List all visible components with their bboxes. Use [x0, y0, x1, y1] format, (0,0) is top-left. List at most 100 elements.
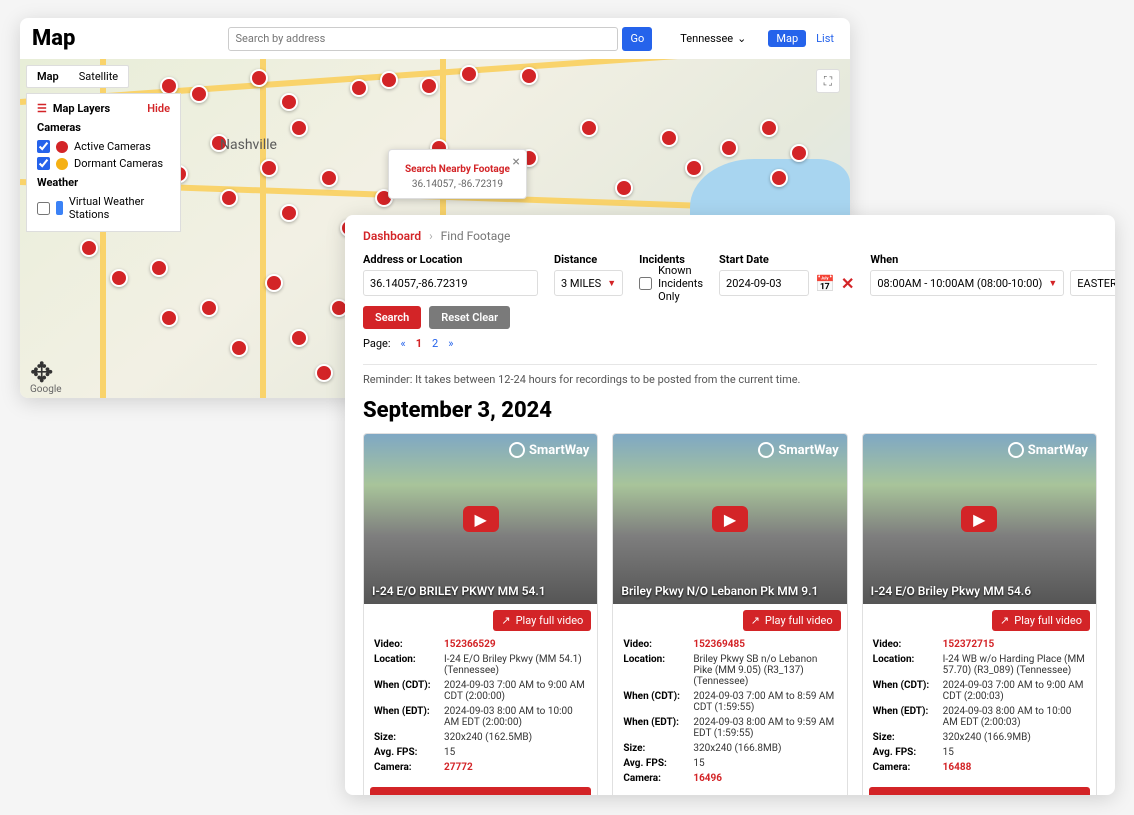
dormant-cameras-checkbox[interactable] — [37, 157, 50, 170]
play-icon[interactable]: ▶ — [961, 506, 997, 532]
distance-label: Distance — [554, 253, 623, 266]
clear-date-icon[interactable]: ✕ — [841, 274, 854, 293]
thumb-caption: I-24 E/O BRILEY PKWY MM 54.1 — [372, 584, 546, 598]
pager-page-1[interactable]: 1 — [416, 337, 422, 350]
camera-pin[interactable] — [220, 189, 238, 207]
start-date-input[interactable] — [719, 270, 809, 296]
video-id[interactable]: 152366529 — [444, 639, 587, 650]
camera-pin[interactable] — [265, 274, 283, 292]
maptype-map[interactable]: Map — [27, 66, 69, 87]
chevron-right-icon: › — [429, 229, 433, 243]
reset-button[interactable]: Reset Clear — [429, 306, 510, 329]
pager-next[interactable]: » — [448, 337, 453, 350]
vws-checkbox[interactable] — [37, 202, 50, 215]
download-recording-button[interactable]: ⤓Download Recording — [869, 787, 1090, 795]
pager-prev[interactable]: « — [401, 337, 406, 350]
layer-dormant-cameras[interactable]: Dormant Cameras — [37, 155, 170, 172]
camera-pin[interactable] — [790, 144, 808, 162]
play-icon[interactable]: ▶ — [712, 506, 748, 532]
when-select[interactable]: 08:00AM - 10:00AM (08:00-10:00) ▼ — [870, 270, 1064, 296]
download-recording-button[interactable]: ⤓Download Recording — [370, 787, 591, 795]
play-full-video-button[interactable]: ↗Play full video — [992, 610, 1090, 631]
region-select[interactable]: Tennessee ⌄ — [680, 32, 746, 45]
view-list-tab[interactable]: List — [812, 30, 838, 47]
known-incidents-row[interactable]: Known Incidents Only — [639, 270, 703, 296]
map-title: Map — [32, 26, 75, 51]
go-button[interactable]: Go — [622, 27, 652, 51]
video-thumbnail[interactable]: SmartWay ▶ I-24 E/O BRILEY PKWY MM 54.1 — [364, 434, 597, 604]
camera-pin[interactable] — [280, 93, 298, 111]
map-attribution: Google — [30, 384, 62, 395]
view-map-tab[interactable]: Map — [768, 30, 806, 47]
camera-pin[interactable] — [420, 77, 438, 95]
camera-pin[interactable] — [685, 159, 703, 177]
camera-pin[interactable] — [350, 79, 368, 97]
popup-coords: 36.14057, -86.72319 — [412, 179, 503, 190]
video-thumbnail[interactable]: SmartWay ▶ I-24 E/O Briley Pkwy MM 54.6 — [863, 434, 1096, 604]
camera-pin[interactable] — [770, 169, 788, 187]
external-link-icon: ↗ — [501, 614, 510, 627]
address-input[interactable] — [363, 270, 538, 296]
search-nearby-footage-link[interactable]: Search Nearby Footage — [405, 164, 510, 175]
camera-pin[interactable] — [80, 239, 98, 257]
camera-pin[interactable] — [290, 329, 308, 347]
camera-pin[interactable] — [260, 159, 278, 177]
divider — [363, 364, 1097, 365]
when-value: 08:00AM - 10:00AM (08:00-10:00) — [877, 277, 1042, 290]
external-link-icon: ↗ — [1000, 614, 1009, 627]
camera-pin[interactable] — [110, 269, 128, 287]
camera-pin[interactable] — [160, 309, 178, 327]
camera-pin[interactable] — [200, 299, 218, 317]
meta-block: Video:152372715 Location:I-24 WB w/o Har… — [863, 637, 1096, 783]
breadcrumb-dashboard[interactable]: Dashboard — [363, 229, 421, 243]
when-edt-value: 2024-09-03 8:00 AM to 10:00 AM EDT (2:00… — [444, 706, 587, 728]
layer-active-cameras[interactable]: Active Cameras — [37, 138, 170, 155]
layers-panel: ☰ Map Layers Hide Cameras Active Cameras… — [26, 93, 181, 232]
camera-yellow-icon — [56, 158, 68, 170]
video-id[interactable]: 152369485 — [693, 639, 836, 650]
tz-select[interactable]: EASTERN ▼ — [1070, 270, 1115, 296]
camera-pin[interactable] — [250, 69, 268, 87]
camera-pin[interactable] — [720, 139, 738, 157]
active-cameras-checkbox[interactable] — [37, 140, 50, 153]
fps-value: 15 — [693, 758, 836, 769]
pager-page-2[interactable]: 2 — [432, 337, 438, 350]
camera-pin[interactable] — [320, 169, 338, 187]
meta-block: Video:152366529 Location:I-24 E/O Briley… — [364, 637, 597, 783]
known-incidents-checkbox[interactable] — [639, 277, 652, 290]
size-value: 320x240 (166.8MB) — [693, 743, 836, 754]
camera-id[interactable]: 16488 — [943, 762, 1086, 773]
video-thumbnail[interactable]: SmartWay ▶ Briley Pkwy N/O Lebanon Pk MM… — [613, 434, 846, 604]
distance-select[interactable]: 3 MILES ▼ — [554, 270, 623, 296]
camera-id[interactable]: 27772 — [444, 762, 587, 773]
camera-pin[interactable] — [520, 67, 538, 85]
address-search-input[interactable] — [228, 27, 618, 51]
camera-pin[interactable] — [760, 119, 778, 137]
calendar-icon[interactable]: 📅 — [815, 274, 835, 293]
layers-hide-link[interactable]: Hide — [147, 102, 170, 115]
camera-pin[interactable] — [290, 119, 308, 137]
video-id[interactable]: 152372715 — [943, 639, 1086, 650]
camera-pin[interactable] — [150, 259, 168, 277]
layer-vws[interactable]: Virtual Weather Stations — [37, 193, 170, 223]
camera-pin[interactable] — [280, 204, 298, 222]
camera-pin[interactable] — [190, 85, 208, 103]
maptype-satellite[interactable]: Satellite — [69, 66, 128, 87]
camera-pin[interactable] — [380, 71, 398, 89]
distance-value: 3 MILES — [561, 277, 601, 290]
camera-pin[interactable] — [230, 339, 248, 357]
fullscreen-button[interactable]: ⛶ — [816, 69, 840, 93]
search-button[interactable]: Search — [363, 306, 421, 329]
results-date-heading: September 3, 2024 — [363, 398, 1097, 423]
popup-close-icon[interactable]: × — [512, 154, 519, 170]
play-full-video-button[interactable]: ↗Play full video — [493, 610, 591, 631]
play-icon[interactable]: ▶ — [463, 506, 499, 532]
camera-pin[interactable] — [580, 119, 598, 137]
camera-pin[interactable] — [660, 129, 678, 147]
camera-id[interactable]: 16496 — [693, 773, 836, 784]
camera-pin[interactable] — [315, 364, 333, 382]
camera-pin[interactable] — [615, 179, 633, 197]
address-label: Address or Location — [363, 253, 538, 266]
camera-pin[interactable] — [460, 65, 478, 83]
play-full-video-button[interactable]: ↗Play full video — [743, 610, 841, 631]
